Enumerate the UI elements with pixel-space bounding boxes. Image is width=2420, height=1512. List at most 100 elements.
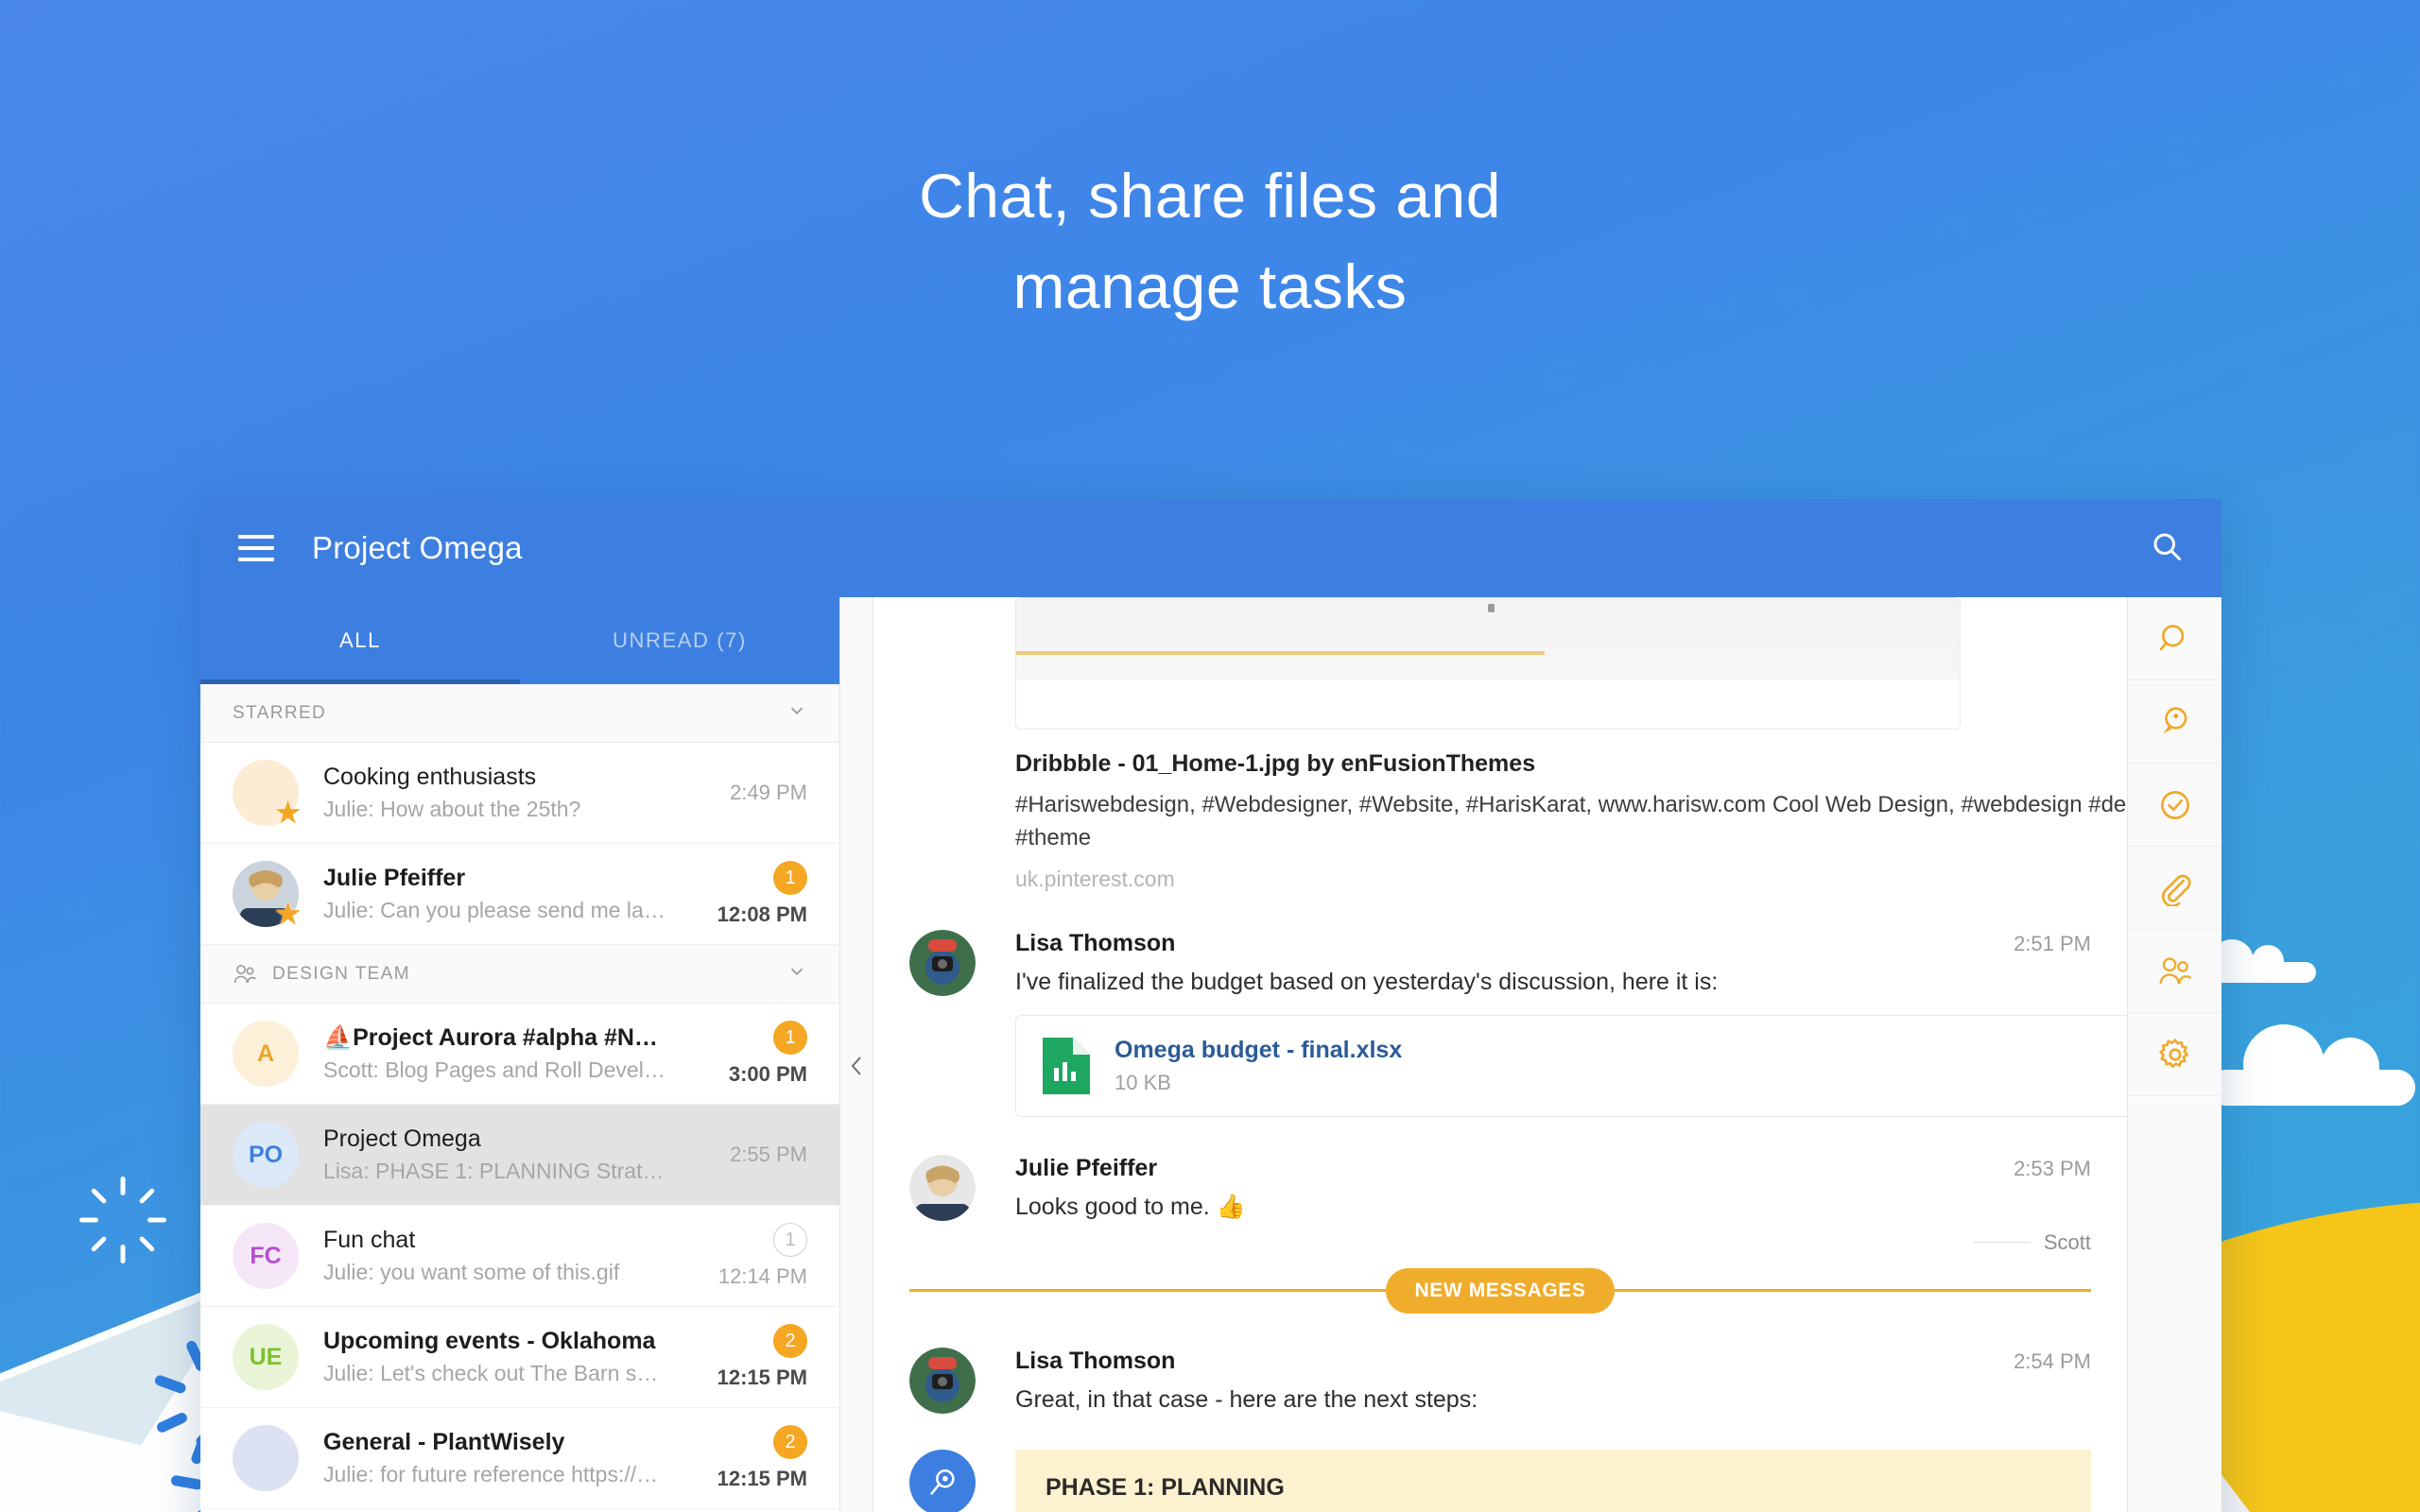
- unread-badge: 1: [773, 861, 807, 895]
- file-size: 10 KB: [1115, 1070, 1171, 1094]
- avatar-initials: PO: [248, 1141, 284, 1168]
- chevron-down-icon[interactable]: [786, 700, 807, 727]
- message-author: Lisa Thomson: [1015, 1347, 1176, 1374]
- conversation-list[interactable]: STARRED ★ Cooking enthusiasts Julie: How…: [200, 684, 839, 1512]
- link-preview-title[interactable]: Dribbble - 01_Home-1.jpg by enFusionThem…: [1015, 750, 2091, 778]
- group-label: DESIGN TEAM: [272, 963, 410, 984]
- list-item-title: Upcoming events - Oklahoma: [323, 1328, 656, 1354]
- tab-unread[interactable]: UNREAD (7): [520, 597, 839, 684]
- star-icon: ★: [275, 899, 301, 930]
- list-item-time: 12:08 PM: [717, 902, 807, 926]
- list-item[interactable]: General - PlantWisely Julie: for future …: [200, 1408, 839, 1509]
- link-preview-image[interactable]: [1015, 597, 1961, 730]
- rail-mention-icon[interactable]: [2128, 680, 2221, 764]
- file-attachment[interactable]: Omega budget - final.xlsx 10 KB: [1015, 1014, 2127, 1117]
- list-item-time: 12:14 PM: [717, 1264, 807, 1288]
- message-lisa-next-steps: Lisa Thomson 2:54 PM Great, in that case…: [909, 1334, 2091, 1414]
- list-item-title: General - PlantWisely: [323, 1429, 565, 1455]
- list-item-preview: Julie: Let's check out The Barn some...: [323, 1361, 666, 1385]
- message-time: 2:53 PM: [2014, 1156, 2091, 1180]
- tab-all-label: ALL: [339, 628, 381, 652]
- sidebar-collapse-handle[interactable]: [839, 597, 873, 1512]
- group-header-starred[interactable]: STARRED: [200, 684, 839, 743]
- hamburger-icon[interactable]: [238, 535, 274, 561]
- message-author: Julie Pfeiffer: [1015, 1154, 1158, 1181]
- list-tabs: ALL UNREAD (7): [200, 597, 839, 684]
- task-pin-icon: [909, 1449, 976, 1512]
- list-item-title: Fun chat: [323, 1227, 416, 1253]
- list-item-time: 2:55 PM: [730, 1143, 807, 1166]
- group-label: STARRED: [233, 702, 327, 723]
- preview-thumbnail: [1016, 598, 1960, 679]
- list-item[interactable]: ★ Julie Pfeiffer Julie: Can you please s…: [200, 844, 839, 945]
- avatar: ★: [233, 861, 301, 930]
- sparkle-icon: [79, 1158, 166, 1263]
- right-icon-rail: [2127, 597, 2221, 1512]
- chevron-down-icon[interactable]: [786, 961, 807, 988]
- list-item[interactable]: FC Fun chat Julie: you want some of this…: [200, 1206, 839, 1307]
- list-item[interactable]: ★ Cooking enthusiasts Julie: How about t…: [200, 743, 839, 844]
- page-headline: Chat, share files and manage tasks: [0, 151, 2420, 332]
- list-item-time: 2:49 PM: [730, 781, 807, 804]
- avatar[interactable]: [909, 1154, 976, 1221]
- cloud-icon: [2207, 1024, 2415, 1106]
- read-receipt: Scott: [1015, 1230, 2091, 1255]
- list-item-preview: Scott: Blog Pages and Roll Developme...: [323, 1057, 666, 1082]
- message-lisa-budget: Lisa Thomson 2:51 PM I've finalized the …: [909, 917, 2127, 1117]
- task-message: PHASE 1: PLANNING Strategy & project lau…: [909, 1436, 2091, 1512]
- avatar-initials: UE: [249, 1343, 283, 1370]
- list-item-preview: Julie: for future reference https://car.…: [323, 1462, 666, 1486]
- rail-gear-icon[interactable]: [2128, 1013, 2221, 1096]
- conversation-pane[interactable]: Dribbble - 01_Home-1.jpg by enFusionThem…: [873, 597, 2127, 1512]
- file-name[interactable]: Omega budget - final.xlsx: [1115, 1037, 1402, 1064]
- rail-tasks-check-icon[interactable]: [2128, 764, 2221, 847]
- message-text: Great, in that case - here are the next …: [1015, 1385, 1478, 1413]
- list-item-preview: Lisa: PHASE 1: PLANNING Strategy & p...: [323, 1159, 666, 1183]
- star-icon: ★: [275, 798, 301, 829]
- app-topbar: Project Omega: [200, 499, 2221, 597]
- avatar: ★: [233, 760, 301, 829]
- message-text: Looks good to me. 👍: [1015, 1193, 1246, 1220]
- avatar: UE: [233, 1324, 299, 1390]
- message-time: 2:54 PM: [2014, 1349, 2091, 1373]
- rail-search-icon[interactable]: [2128, 597, 2221, 680]
- list-item-preview: Julie: How about the 25th?: [323, 797, 581, 821]
- avatar: FC: [233, 1223, 299, 1289]
- app-window: Project Omega ALL UNREAD (7) STARRED ★ C…: [200, 499, 2221, 1512]
- list-item[interactable]: UE Upcoming events - Oklahoma Julie: Let…: [200, 1307, 839, 1408]
- list-item-preview: Julie: Can you please send me last w...: [323, 898, 666, 922]
- list-item-selected[interactable]: PO Project Omega Lisa: PHASE 1: PLANNING…: [200, 1105, 839, 1206]
- avatar-initials: FC: [250, 1242, 282, 1269]
- search-icon[interactable]: [2150, 529, 2184, 568]
- rail-members-icon[interactable]: [2128, 930, 2221, 1013]
- avatar[interactable]: [909, 929, 976, 996]
- list-item-title: Project Omega: [323, 1125, 481, 1152]
- tab-all[interactable]: ALL: [200, 597, 520, 684]
- list-item-title: ⛵Project Aurora #alpha #NYC: [323, 1024, 666, 1051]
- list-item-title: Cooking enthusiasts: [323, 764, 537, 790]
- link-preview-description: #Hariswebdesign, #Webdesigner, #Website,…: [1015, 792, 2127, 850]
- excel-file-icon: [1043, 1037, 1090, 1094]
- chevron-left-icon[interactable]: [847, 1053, 866, 1084]
- unread-badge: 2: [773, 1324, 807, 1358]
- avatar: PO: [233, 1122, 299, 1188]
- read-receipt-name: Scott: [2043, 1229, 2091, 1254]
- conversation-list-pane: ALL UNREAD (7) STARRED ★ Cooking enthusi…: [200, 597, 839, 1512]
- page-title: Project Omega: [312, 530, 523, 565]
- tab-unread-label: UNREAD (7): [613, 628, 747, 652]
- avatar: [233, 1425, 299, 1491]
- group-header-design-team[interactable]: DESIGN TEAM: [200, 945, 839, 1004]
- headline-line-1: Chat, share files and: [919, 161, 1501, 231]
- avatar[interactable]: [909, 1347, 976, 1414]
- list-item[interactable]: A ⛵Project Aurora #alpha #NYC Scott: Blo…: [200, 1004, 839, 1105]
- message-julie-approval: Julie Pfeiffer 2:53 PM Looks good to me.…: [909, 1142, 2091, 1255]
- task-card[interactable]: PHASE 1: PLANNING Strategy & project lau…: [1015, 1449, 2091, 1512]
- new-messages-divider: NEW MESSAGES: [909, 1267, 2091, 1314]
- avatar-initials: A: [256, 1040, 275, 1067]
- list-item-time: 3:00 PM: [728, 1062, 807, 1086]
- unread-badge: 2: [773, 1425, 807, 1459]
- list-item-preview: Julie: you want some of this.gif: [323, 1260, 620, 1284]
- message-author: Lisa Thomson: [1015, 929, 1176, 956]
- people-icon: [233, 963, 257, 986]
- rail-paperclip-icon[interactable]: [2128, 847, 2221, 930]
